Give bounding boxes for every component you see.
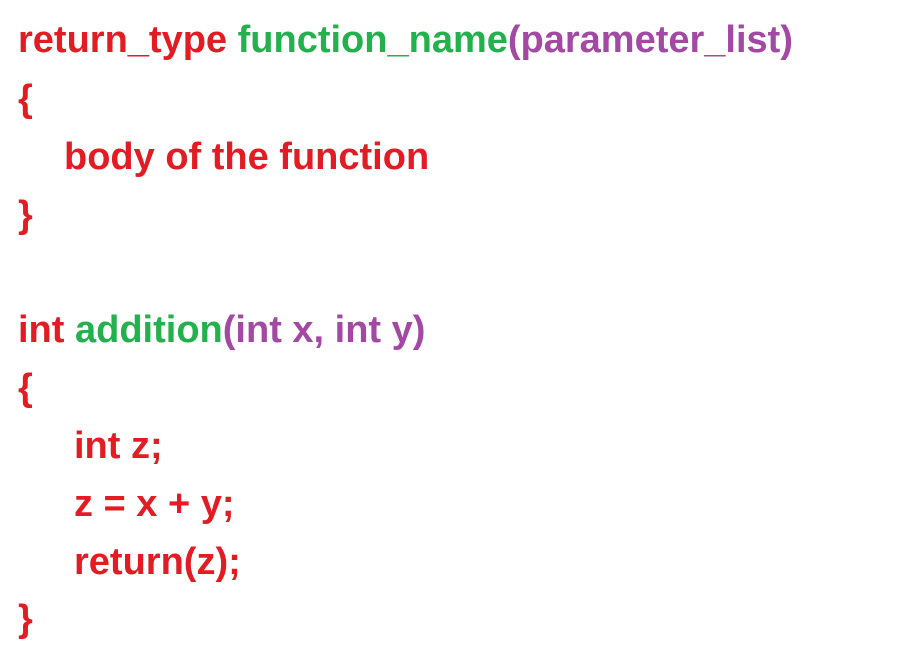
- generic-close-brace: }: [18, 194, 33, 236]
- example-close-brace: }: [18, 598, 33, 640]
- generic-signature-line: return_type function_name(parameter_list…: [18, 21, 793, 59]
- code-snippet: return_type function_name(parameter_list…: [0, 0, 902, 647]
- example-open-brace: {: [18, 367, 33, 409]
- generic-function-name: function_name: [237, 19, 508, 61]
- example-body-line: int z;: [74, 425, 163, 467]
- example-function-name: addition: [75, 309, 223, 351]
- generic-open-brace: {: [18, 78, 33, 120]
- example-parameter-list: (int x, int y): [222, 309, 426, 351]
- example-signature-line: int addition(int x, int y): [18, 311, 425, 349]
- example-body-line: z = x + y;: [74, 483, 235, 525]
- generic-function-body: body of the function: [64, 136, 430, 178]
- generic-parameter-list: (parameter_list): [507, 19, 793, 61]
- generic-return-type: return_type: [18, 19, 228, 61]
- example-body-line: return(z);: [74, 541, 241, 583]
- example-return-type: int: [18, 309, 65, 351]
